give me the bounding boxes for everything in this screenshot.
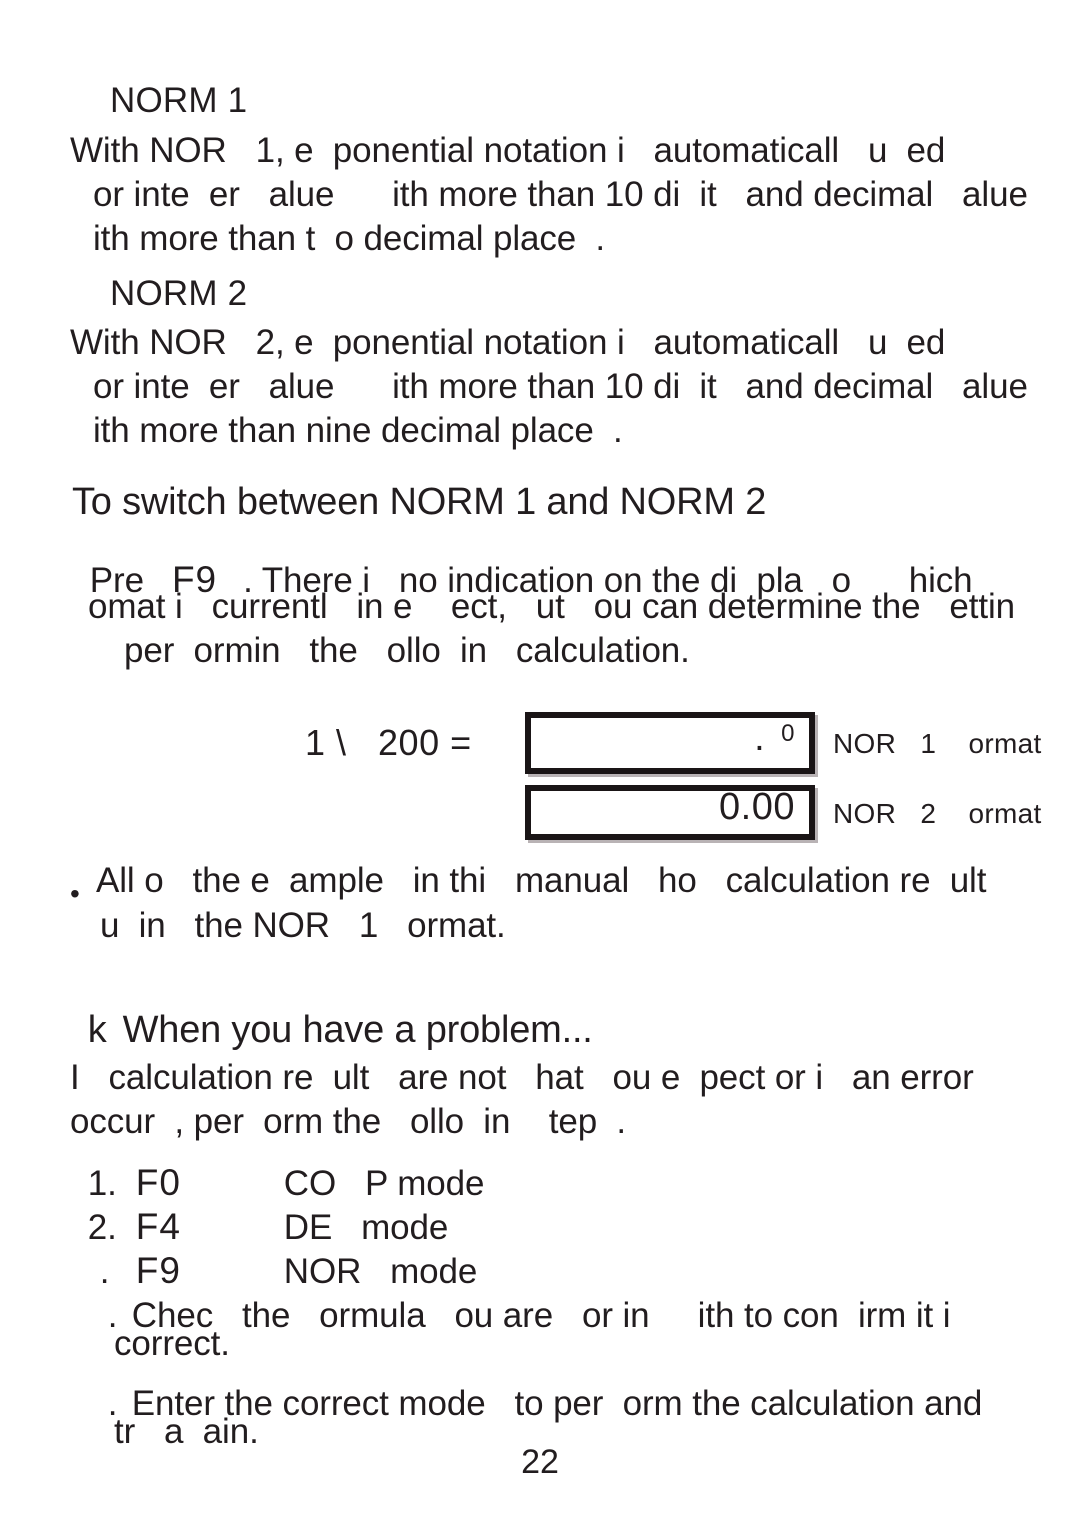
note-bullet-icon: • [70, 878, 80, 909]
problem-substep-1-line-1: Chec the ormula ou are or in ith to con … [131, 1296, 951, 1335]
display-value-norm2: 0.00 [719, 785, 795, 828]
note-line-1: All o the e ample in thi manual ho calcu… [96, 861, 987, 900]
manual-page: NORM 1 With NOR 1, e ponential notation … [0, 0, 1080, 1535]
norm2-line-2: or inte er alue ith more than 10 di it a… [93, 367, 1028, 406]
problem-substep-1-line-2: correct. [114, 1324, 230, 1363]
norm1-line-1: With NOR 1, e ponential notation i autom… [70, 131, 946, 170]
norm1-heading: NORM 1 [110, 81, 248, 120]
switch-section-heading: To switch between NORM 1 and NORM 2 [72, 481, 767, 523]
problem-heading-text: When you have a problem... [122, 1009, 593, 1051]
display-box-norm1-content: .0 [754, 716, 795, 766]
display-box-norm1: .0 [525, 712, 815, 774]
norm1-line-3: ith more than t o decimal place . [93, 219, 606, 258]
norm1-line-2: or inte er alue ith more than 10 di it a… [93, 175, 1028, 214]
example-expression: 1 \ 200 = [305, 722, 472, 763]
problem-intro-line-2: occur , per orm the ollo in tep . [70, 1102, 627, 1141]
norm2-line-1: With NOR 2, e ponential notation i autom… [70, 323, 946, 362]
problem-heading-marker-icon: k [87, 1009, 107, 1051]
norm2-heading: NORM 2 [110, 274, 248, 313]
norm2-line-3: ith more than nine decimal place . [93, 411, 623, 450]
problem-section-heading: k When you have a problem... [70, 995, 593, 1065]
problem-intro-line-1: I calculation re ult are not hat ou e pe… [70, 1058, 974, 1097]
exponent-digit: 0 [781, 720, 795, 747]
display-box-norm2: 0.00 [525, 785, 815, 840]
decimal-point-glyph: . [754, 716, 766, 759]
switch-line-2: omat i currentl in e ect, ut ou can dete… [88, 587, 1015, 626]
switch-line-3: per ormin the ollo in calculation. [124, 631, 690, 670]
display-box-norm2-content: 0.00 [719, 786, 795, 835]
page-number: 22 [521, 1443, 559, 1481]
problem-substep-2-line-1: Enter the correct mode to per orm the ca… [131, 1384, 983, 1423]
display-box-norm1-label: NOR 1 ormat [833, 728, 1042, 759]
display-box-norm2-label: NOR 2 ormat [833, 798, 1042, 829]
note-line-2: u in the NOR 1 ormat. [100, 906, 506, 945]
